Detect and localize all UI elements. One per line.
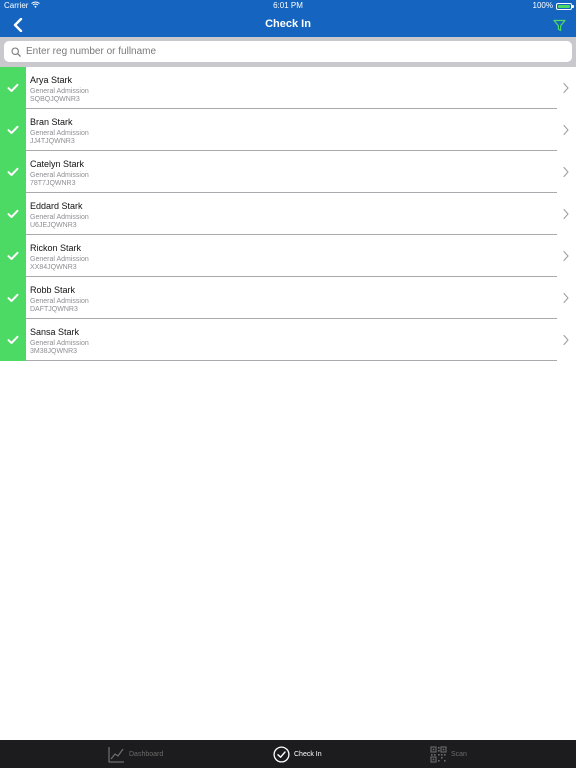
- chevron-right-icon: [563, 82, 569, 94]
- search-field[interactable]: [4, 41, 572, 62]
- checked-in-badge: [0, 193, 26, 235]
- checkmark-icon: [7, 251, 19, 260]
- checkmark-icon: [7, 125, 19, 134]
- checked-in-badge: [0, 235, 26, 277]
- checked-in-badge: [0, 277, 26, 319]
- check-in-screen: Carrier 6:01 PM 100% Check In Enter reg …: [0, 0, 576, 768]
- chart-icon: [108, 746, 124, 763]
- search-bar: [0, 37, 576, 67]
- list-item[interactable]: Eddard Stark General Admission U6JEJQWNR…: [0, 193, 576, 235]
- checkmark-icon: [7, 83, 19, 92]
- reg-number: 78T7JQWNR3: [30, 180, 76, 187]
- checkmark-icon: [7, 167, 19, 176]
- ticket-type: General Admission: [30, 130, 89, 137]
- list-item[interactable]: Catelyn Stark General Admission 78T7JQWN…: [0, 151, 576, 193]
- attendee-name: Robb Stark: [30, 285, 76, 295]
- chevron-right-icon: [563, 334, 569, 346]
- status-right: 100%: [532, 0, 574, 12]
- list-item[interactable]: Sansa Stark General Admission 3M38JQWNR3: [0, 319, 576, 361]
- header: Carrier 6:01 PM 100% Check In: [0, 0, 576, 37]
- attendee-list: Arya Stark General Admission SQBQJQWNR3 …: [0, 67, 576, 361]
- chevron-right-icon: [563, 208, 569, 220]
- tab-scan[interactable]: Scan: [430, 745, 467, 763]
- page-title: Check In: [265, 18, 311, 30]
- attendee-name: Bran Stark: [30, 117, 73, 127]
- status-bar: Carrier 6:01 PM 100%: [0, 0, 576, 12]
- attendee-name: Rickon Stark: [30, 243, 82, 253]
- list-item[interactable]: Arya Stark General Admission SQBQJQWNR3: [0, 67, 576, 109]
- checkmark-icon: [7, 293, 19, 302]
- reg-number: 3M38JQWNR3: [30, 348, 78, 355]
- chevron-right-icon: [563, 166, 569, 178]
- ticket-type: General Admission: [30, 256, 89, 263]
- reg-number: SQBQJQWNR3: [30, 96, 80, 103]
- tab-dashboard[interactable]: Dashboard: [108, 745, 163, 763]
- tab-check-in[interactable]: Check In: [273, 745, 322, 763]
- tab-label: Dashboard: [129, 750, 164, 758]
- tab-label: Check In: [294, 750, 322, 758]
- ticket-type: General Admission: [30, 214, 89, 221]
- list-item[interactable]: Bran Stark General Admission JJ4TJQWNR3: [0, 109, 576, 151]
- tab-label: Scan: [451, 750, 467, 758]
- search-input[interactable]: [24, 41, 572, 62]
- filter-icon: [552, 19, 566, 31]
- battery-percent: 100%: [532, 1, 553, 10]
- checked-in-badge: [0, 109, 26, 151]
- reg-number: XX84JQWNR3: [30, 264, 77, 271]
- check-circle-icon: [273, 745, 290, 763]
- filter-button[interactable]: [550, 16, 568, 34]
- attendee-name: Arya Stark: [30, 75, 73, 85]
- attendee-name: Sansa Stark: [30, 327, 80, 337]
- attendee-name: Eddard Stark: [30, 201, 83, 211]
- list-item[interactable]: Robb Stark General Admission DAFTJQWNR3: [0, 277, 576, 319]
- ticket-type: General Admission: [30, 88, 89, 95]
- checked-in-badge: [0, 319, 26, 361]
- divider: [26, 360, 557, 361]
- checked-in-badge: [0, 151, 26, 193]
- search-icon: [8, 41, 24, 62]
- ticket-type: General Admission: [30, 172, 89, 179]
- reg-number: DAFTJQWNR3: [30, 306, 78, 313]
- chevron-right-icon: [563, 292, 569, 304]
- ticket-type: General Admission: [30, 298, 89, 305]
- chevron-right-icon: [563, 124, 569, 136]
- checkmark-icon: [7, 209, 19, 218]
- list-item[interactable]: Rickon Stark General Admission XX84JQWNR…: [0, 235, 576, 277]
- checkmark-icon: [7, 335, 19, 344]
- battery-level: [558, 4, 570, 8]
- reg-number: U6JEJQWNR3: [30, 222, 77, 229]
- reg-number: JJ4TJQWNR3: [30, 138, 75, 145]
- checked-in-badge: [0, 67, 26, 109]
- tab-bar: Dashboard Check In Scan: [0, 740, 576, 768]
- qr-code-icon: [430, 745, 447, 763]
- battery-icon: [556, 2, 574, 10]
- attendee-name: Catelyn Stark: [30, 159, 85, 169]
- chevron-right-icon: [563, 250, 569, 262]
- nav-bar: Check In: [0, 12, 576, 37]
- ticket-type: General Admission: [30, 340, 89, 347]
- status-time: 6:01 PM: [273, 1, 303, 10]
